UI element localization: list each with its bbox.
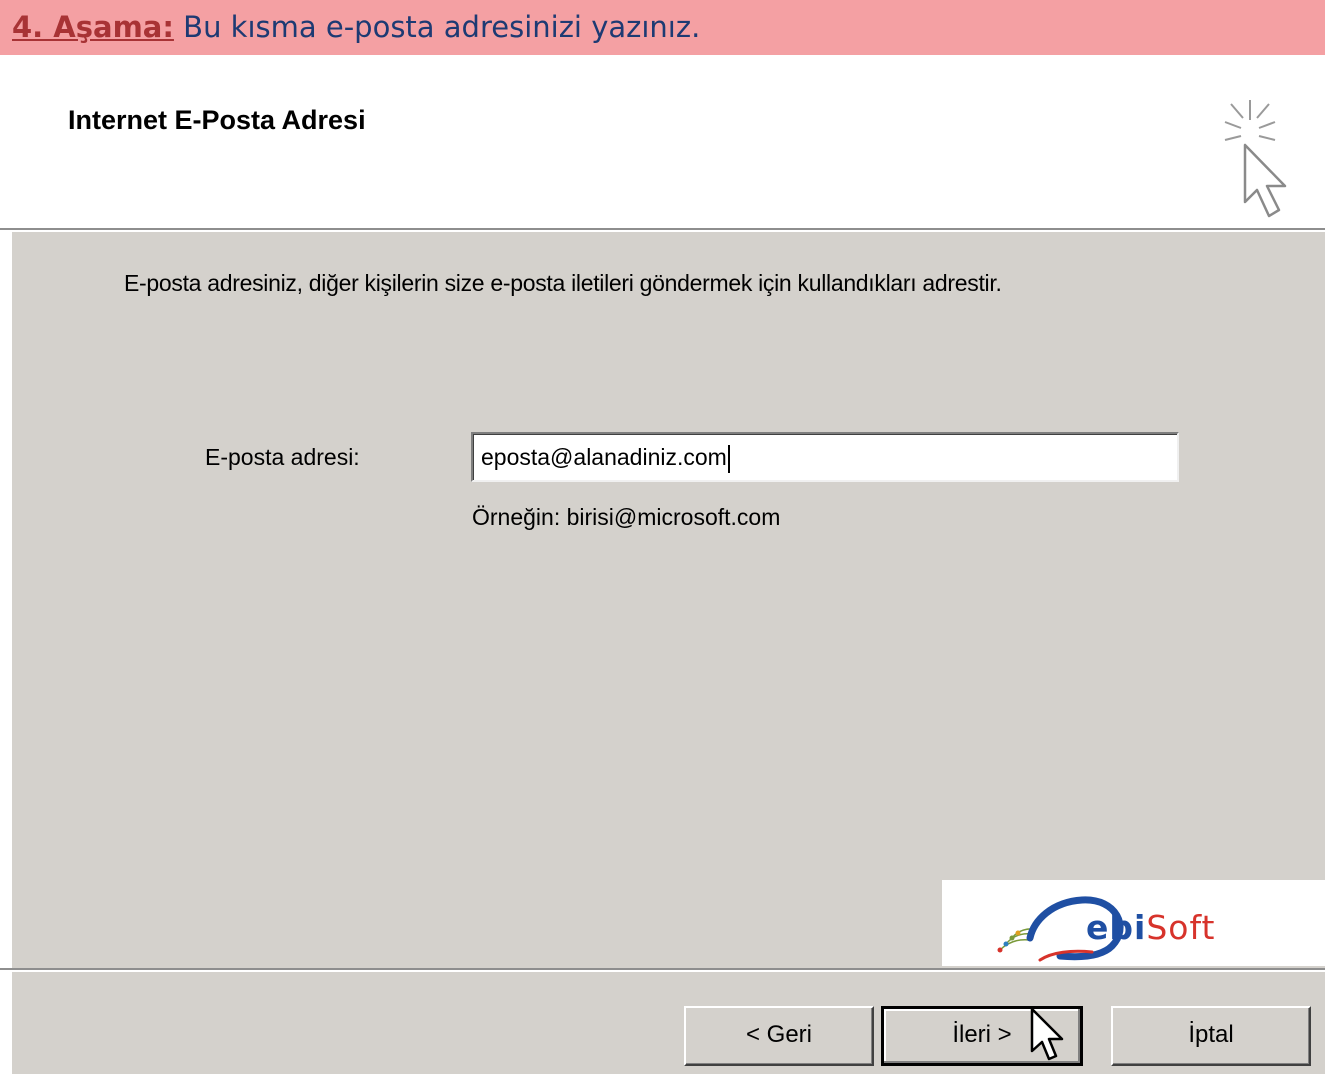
wizard-cursor-sparkle-icon (1224, 100, 1287, 218)
email-value-text: eposta@alanadiniz.com (481, 444, 727, 470)
email-input[interactable]: eposta@alanadiniz.com (471, 432, 1179, 482)
wizard-title: Internet E-Posta Adresi (68, 105, 366, 135)
step-text: Bu kısma e-posta adresinizi yazınız. (173, 10, 701, 44)
email-input-value[interactable]: eposta@alanadiniz.com (481, 444, 730, 473)
email-example-hint: Örneğin: birisi@microsoft.com (472, 504, 781, 530)
text-caret (727, 444, 730, 473)
debisoft-logo-text-blue: ebi (1086, 908, 1147, 947)
wizard-body: E-posta adresiniz, diğer kişilerin size … (12, 232, 1325, 968)
wizard-header: Internet E-Posta Adresi (0, 55, 1325, 228)
debisoft-logo-text: ebiSoft (1086, 908, 1215, 947)
back-button[interactable]: < Geri (684, 1006, 874, 1066)
step-banner: 4. Aşama: Bu kısma e-posta adresinizi ya… (0, 0, 1325, 55)
mouse-pointer-icon (1030, 1007, 1064, 1061)
cancel-button[interactable]: İptal (1111, 1006, 1311, 1066)
step-label: 4. Aşama: (12, 10, 174, 44)
debisoft-logo: ebiSoft (942, 880, 1325, 966)
wizard-footer: < Geri İleri > İptal (12, 972, 1325, 1074)
intro-text: E-posta adresiniz, diğer kişilerin size … (124, 270, 1002, 296)
email-label: E-posta adresi: (205, 444, 360, 470)
debisoft-logo-text-red: Soft (1146, 908, 1216, 947)
step-banner-text: 4. Aşama: Bu kısma e-posta adresinizi ya… (12, 9, 700, 45)
